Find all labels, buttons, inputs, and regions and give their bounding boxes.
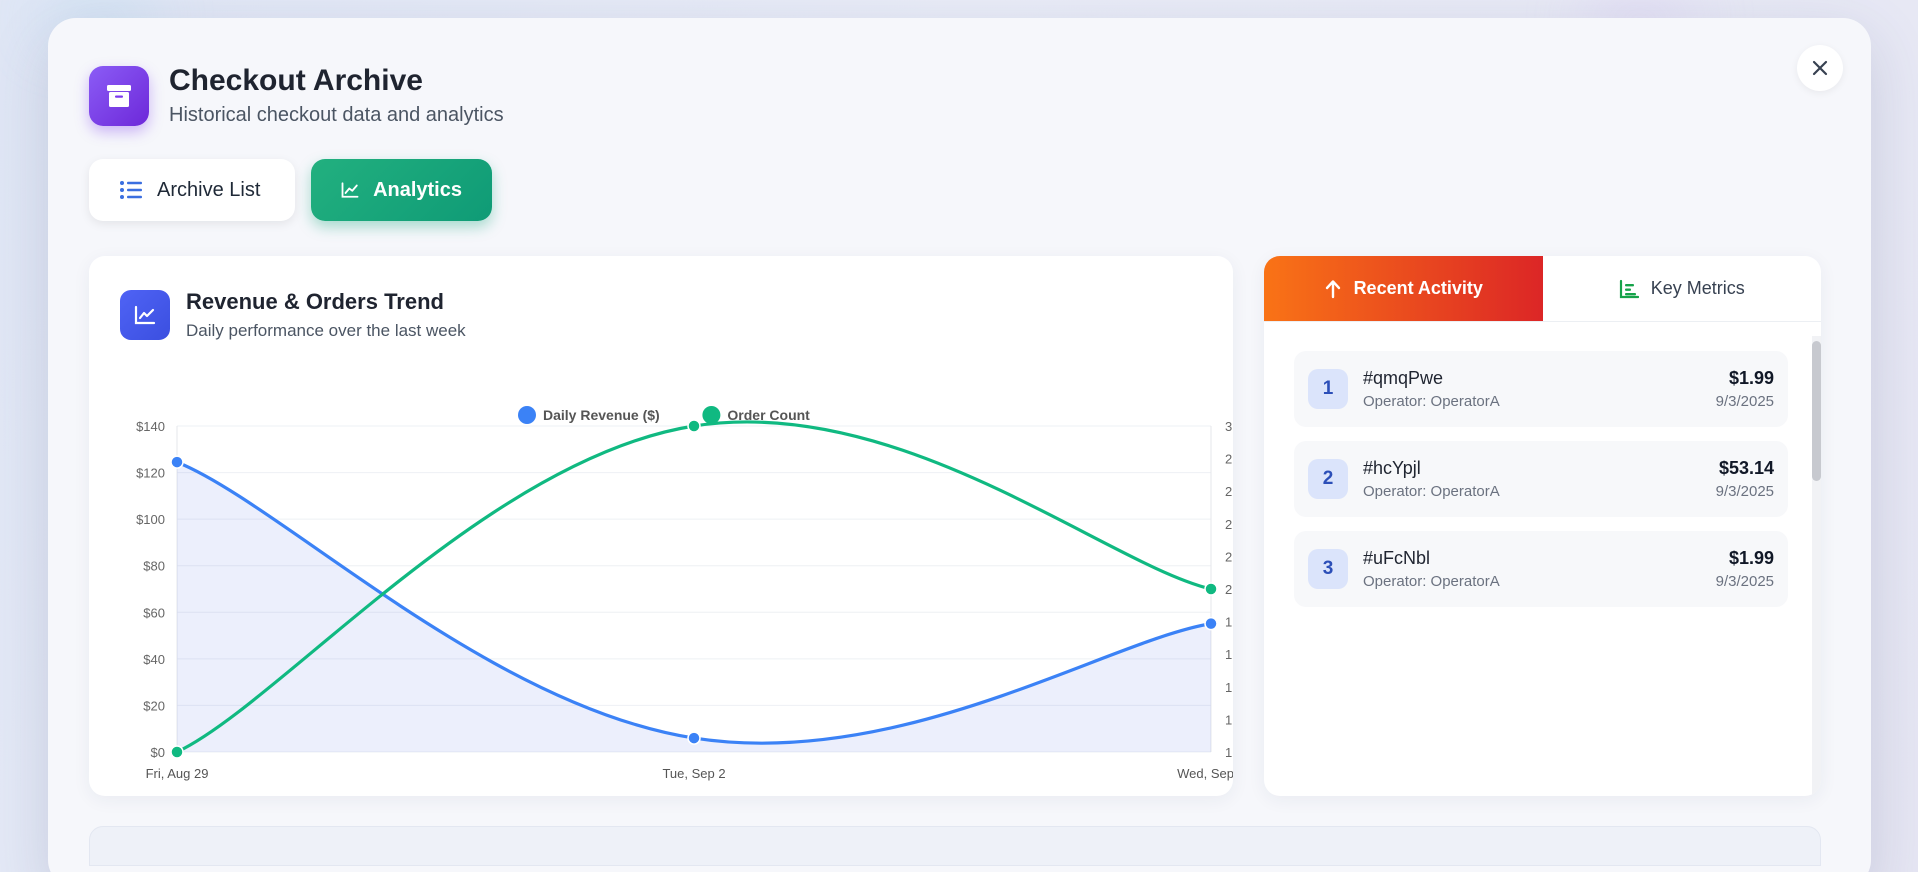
tab-archive-list[interactable]: Archive List [89,159,295,221]
y-right-tick-label: 2.8 [1225,452,1233,467]
next-section-strip [89,826,1821,866]
y-left-tick-label: $60 [143,605,165,620]
y-right-tick-label: 1.4 [1225,680,1233,695]
list-icon [120,181,142,199]
operator-label: Operator: OperatorA [1363,573,1500,590]
view-tabs: Archive List Analytics [89,159,492,221]
y-left-tick-label: $140 [136,419,165,434]
y-right-tick-label: 1.2 [1225,712,1233,727]
tab-key-metrics-label: Key Metrics [1650,278,1745,298]
date: 9/3/2025 [1715,393,1774,410]
tab-recent-activity[interactable]: Recent Activity [1264,256,1543,321]
amount: $1.99 [1728,368,1774,388]
bar-chart-icon [1619,279,1639,298]
y-left-tick-label: $20 [143,698,165,713]
x-tick-label: Fri, Aug 29 [146,766,209,781]
y-right-tick-label: 2.2 [1225,549,1233,564]
scrollbar-thumb[interactable] [1812,341,1821,481]
legend-label: Daily Revenue ($) [543,407,660,423]
rank-badge: 2 [1308,459,1348,499]
amount: $1.99 [1728,548,1774,568]
revenue-orders-line-chart: Daily Revenue ($) Order Count $0$20$40$60… [136,406,1233,781]
operator-label: Operator: OperatorA [1363,393,1500,410]
tab-recent-activity-label: Recent Activity [1353,278,1483,298]
rank-badge: 1 [1308,369,1348,409]
list-item[interactable]: 2 #hcYpjl Operator: OperatorA $53.14 9/3… [1294,441,1788,517]
y-right-tick-label: 2.4 [1225,517,1233,532]
modal-header: Checkout Archive Historical checkout dat… [89,64,504,127]
tab-archive-list-label: Archive List [157,178,261,201]
tab-analytics[interactable]: Analytics [311,159,492,221]
list-item[interactable]: 3 #uFcNbl Operator: OperatorA $1.99 9/3/… [1294,531,1788,607]
x-tick-label: Tue, Sep 2 [662,766,725,781]
list-item[interactable]: 1 #qmqPwe Operator: OperatorA $1.99 9/3/… [1294,351,1788,427]
y-right-tick-label: 1.0 [1225,745,1233,760]
close-button[interactable] [1797,45,1843,91]
y-left-tick-label: $80 [143,559,165,574]
revenue-orders-chart-card: Revenue & Orders Trend Daily performance… [89,256,1233,796]
y-left-tick-label: $0 [151,745,165,760]
data-point-revenue [1204,616,1218,631]
checkout-id: #uFcNbl [1363,548,1431,568]
tab-analytics-label: Analytics [373,178,462,201]
y-right-tick-label: 1.6 [1225,647,1233,662]
recent-activity-list: 1 #qmqPwe Operator: OperatorA $1.99 9/3/… [1294,351,1788,621]
y-left-tick-label: $100 [136,512,165,527]
data-point-revenue [687,731,701,745]
y-right-tick-label: 2.0 [1225,582,1233,597]
side-panel-tabs: Recent Activity Key Metrics [1264,256,1821,322]
y-right-tick-label: 3.0 [1225,419,1233,434]
line-chart-icon [341,182,359,198]
arrow-up-icon [1325,279,1340,298]
archive-icon [89,65,149,126]
data-point-revenue [170,455,184,469]
data-point-orders [687,419,701,433]
rank-badge: 3 [1308,549,1348,589]
y-right-tick-label: 2.6 [1225,484,1233,499]
tab-key-metrics[interactable]: Key Metrics [1543,256,1822,321]
checkout-archive-modal: Checkout Archive Historical checkout dat… [48,18,1871,872]
activity-scrollbar[interactable] [1812,336,1821,796]
legend-marker [702,406,721,424]
operator-label: Operator: OperatorA [1363,483,1500,500]
page-title: Checkout Archive [169,64,423,97]
data-point-orders [170,745,184,759]
page-subtitle: Historical checkout data and analytics [169,104,504,126]
y-left-tick-label: $40 [143,652,165,667]
legend-marker [518,406,536,424]
checkout-id: #hcYpjl [1363,458,1421,478]
checkout-id: #qmqPwe [1363,368,1444,388]
side-panel: Recent Activity Key Metrics 1 #qmqPwe Op… [1264,256,1821,796]
y-right-tick-label: 1.8 [1225,615,1233,630]
x-tick-label: Wed, Sep 3 [1177,766,1233,781]
date: 9/3/2025 [1715,573,1774,590]
y-left-tick-label: $120 [136,466,165,481]
amount: $53.14 [1718,458,1774,478]
series-area-revenue [177,462,1211,752]
close-icon [1812,60,1828,76]
date: 9/3/2025 [1715,483,1774,500]
data-point-orders [1204,582,1218,596]
